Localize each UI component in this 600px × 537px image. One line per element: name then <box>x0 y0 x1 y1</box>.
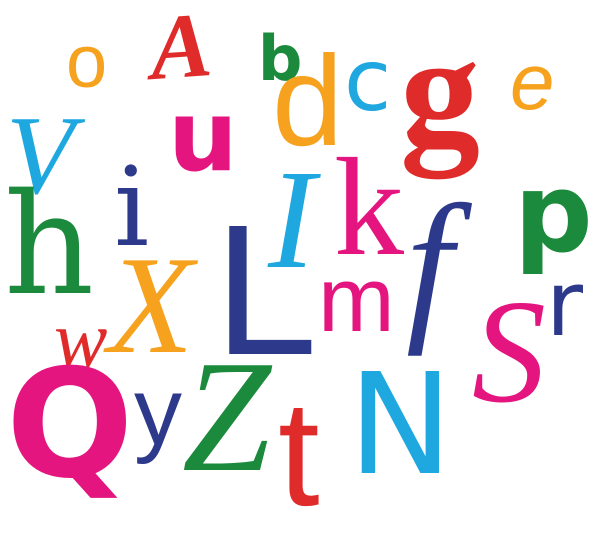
letter-S: S <box>472 270 546 434</box>
letter-f: f <box>406 171 453 357</box>
letter-e: e <box>510 37 555 126</box>
letter-t: t <box>278 369 320 537</box>
letter-Z: Z <box>182 327 271 505</box>
letter-N: N <box>348 344 453 507</box>
letter-Q: Q <box>6 338 134 512</box>
letter-y: y <box>134 358 182 465</box>
letter-u: u <box>168 80 238 194</box>
letter-c: c <box>344 31 392 131</box>
letter-r: r <box>546 252 584 357</box>
letter-o: o <box>66 20 108 103</box>
letter-g: g <box>400 1 480 179</box>
alphabet-collage: o A b d c g e V u h i I k f p w X L m r … <box>0 0 600 537</box>
letter-h: h <box>4 164 95 327</box>
letter-m: m <box>318 249 395 351</box>
